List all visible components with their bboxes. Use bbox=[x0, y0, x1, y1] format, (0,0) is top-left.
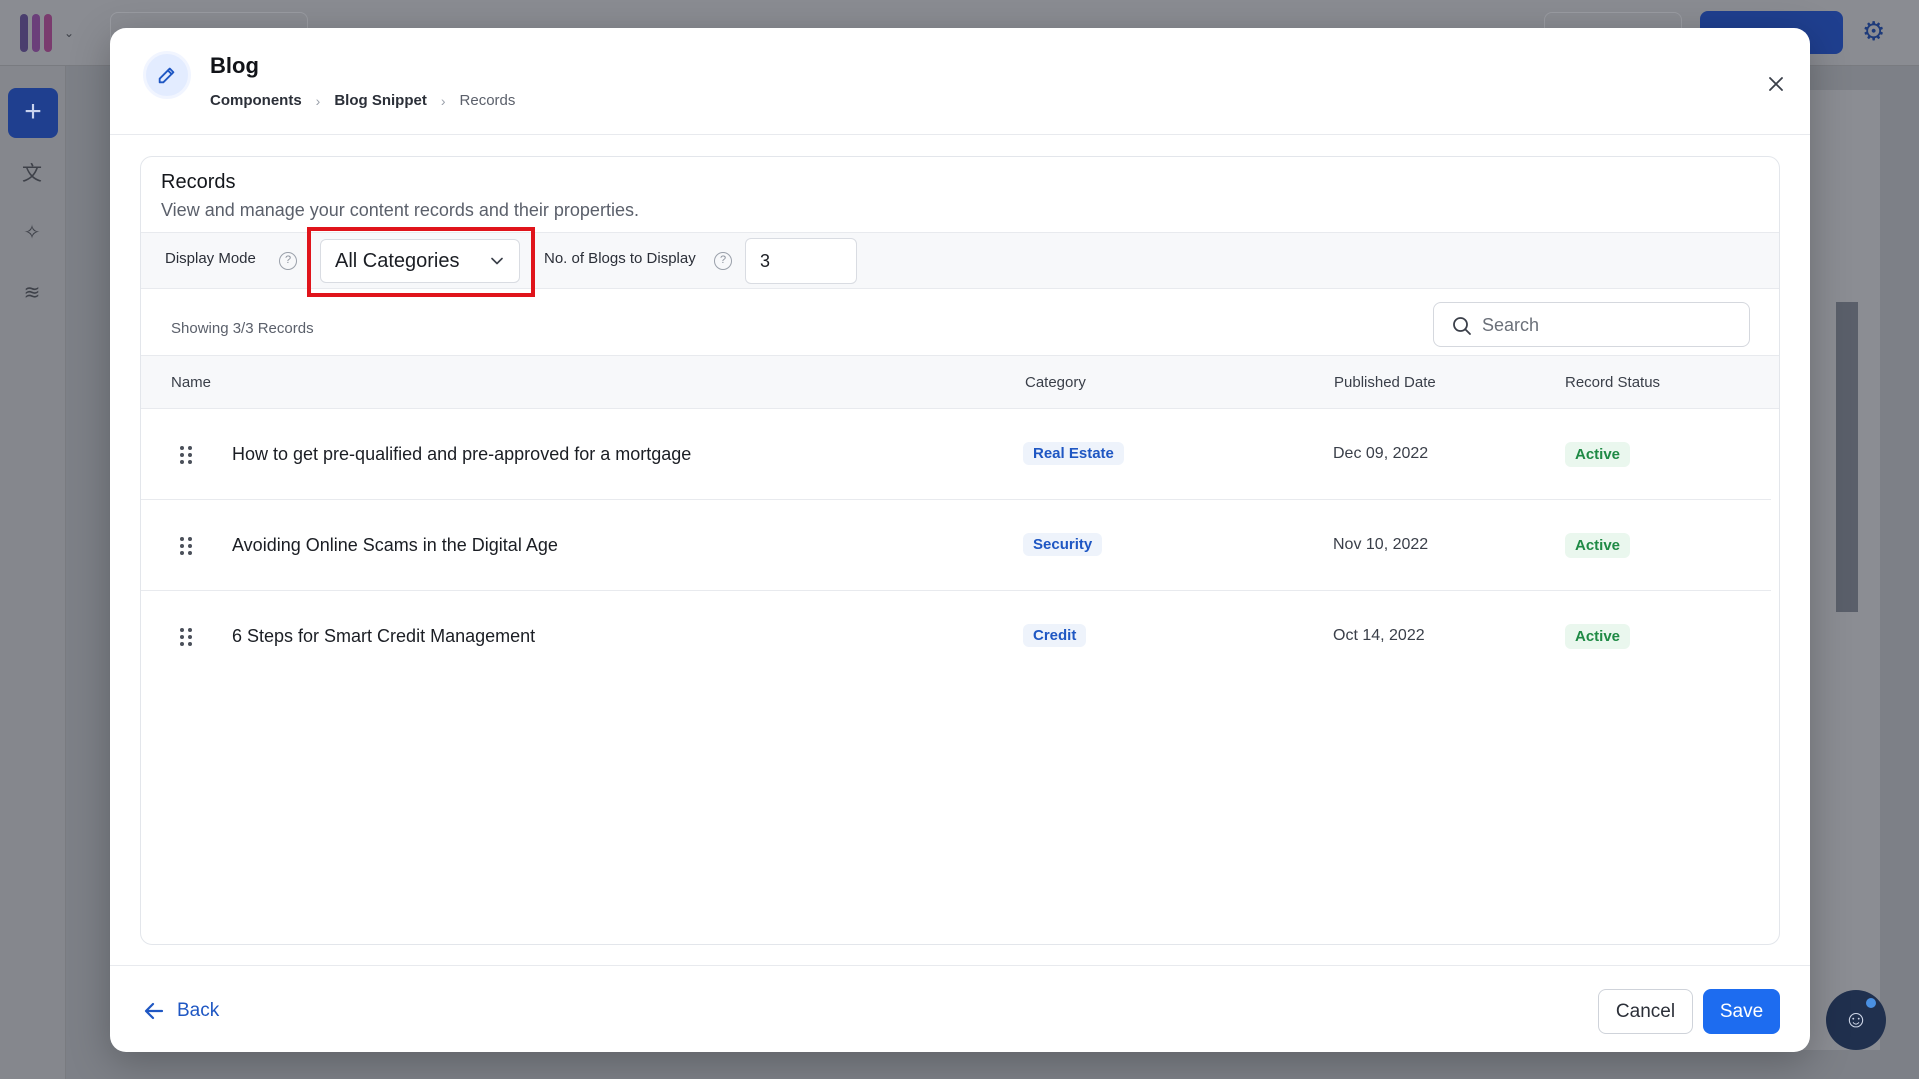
drag-handle-icon[interactable] bbox=[179, 536, 193, 556]
breadcrumb-blog-snippet[interactable]: Blog Snippet bbox=[334, 92, 427, 109]
save-button[interactable]: Save bbox=[1703, 989, 1780, 1034]
app-logo[interactable] bbox=[20, 14, 60, 54]
column-name: Name bbox=[171, 374, 212, 391]
layers-icon[interactable]: ≋ bbox=[19, 280, 45, 306]
records-subtitle: View and manage your content records and… bbox=[161, 200, 639, 220]
status-badge: Active bbox=[1565, 442, 1631, 467]
published-date: Oct 14, 2022 bbox=[1333, 627, 1425, 644]
records-title: Records bbox=[161, 171, 236, 193]
close-button[interactable] bbox=[1764, 72, 1788, 96]
display-mode-label: Display Mode bbox=[165, 250, 256, 267]
record-name[interactable]: Avoiding Online Scams in the Digital Age bbox=[232, 535, 558, 556]
back-label: Back bbox=[177, 1000, 220, 1021]
sparkle-icon[interactable]: ✧ bbox=[19, 220, 45, 246]
search-input[interactable] bbox=[1482, 313, 1732, 337]
num-blogs-input[interactable] bbox=[745, 238, 857, 284]
breadcrumb-components[interactable]: Components bbox=[210, 92, 302, 109]
column-category: Category bbox=[1025, 374, 1086, 391]
chevron-down-icon[interactable]: ⌄ bbox=[64, 26, 74, 40]
blog-modal: Blog Components › Blog Snippet › Records… bbox=[110, 28, 1810, 1052]
breadcrumb: Components › Blog Snippet › Records bbox=[210, 92, 515, 109]
status-badge: Active bbox=[1565, 533, 1631, 558]
published-date: Nov 10, 2022 bbox=[1333, 536, 1429, 553]
cancel-button[interactable]: Cancel bbox=[1598, 989, 1693, 1034]
breadcrumb-records: Records bbox=[459, 92, 516, 109]
modal-title: Blog bbox=[210, 53, 259, 78]
published-date: Dec 09, 2022 bbox=[1333, 445, 1429, 462]
background-sidebar bbox=[0, 66, 66, 1079]
chatbot-icon[interactable]: ☺ bbox=[1826, 990, 1886, 1050]
status-badge: Active bbox=[1565, 624, 1631, 649]
table-row[interactable]: Avoiding Online Scams in the Digital Age… bbox=[141, 500, 1771, 591]
record-name[interactable]: 6 Steps for Smart Credit Management bbox=[232, 626, 535, 647]
category-badge: Credit bbox=[1023, 624, 1087, 647]
modal-header: Blog Components › Blog Snippet › Records bbox=[110, 28, 1810, 135]
close-icon bbox=[1769, 77, 1783, 91]
pencil-icon bbox=[143, 51, 191, 99]
back-button[interactable]: Back bbox=[143, 1000, 219, 1022]
background-image bbox=[1836, 302, 1858, 612]
add-icon[interactable]: + bbox=[8, 88, 58, 138]
column-published-date: Published Date bbox=[1334, 374, 1436, 391]
column-record-status: Record Status bbox=[1565, 374, 1661, 391]
category-badge: Real Estate bbox=[1023, 442, 1124, 465]
records-toolbar: Display Mode ? All Categories No. of Blo… bbox=[141, 227, 1779, 297]
table-header: Name Category Published Date Record Stat… bbox=[141, 355, 1779, 409]
modal-footer: Back Cancel Save bbox=[110, 965, 1810, 1052]
chevron-right-icon: › bbox=[315, 92, 321, 109]
chevron-down-icon bbox=[491, 257, 503, 265]
num-blogs-label: No. of Blogs to Display bbox=[544, 250, 696, 267]
arrow-left-icon bbox=[144, 1002, 164, 1020]
record-name[interactable]: How to get pre-qualified and pre-approve… bbox=[232, 444, 691, 465]
showing-count: Showing 3/3 Records bbox=[171, 320, 314, 337]
drag-handle-icon[interactable] bbox=[179, 445, 193, 465]
table-row[interactable]: How to get pre-qualified and pre-approve… bbox=[141, 409, 1771, 500]
chevron-right-icon: › bbox=[440, 92, 446, 109]
display-mode-value: All Categories bbox=[335, 250, 460, 272]
search-box[interactable] bbox=[1433, 302, 1750, 347]
help-circle-icon[interactable]: ? bbox=[714, 252, 732, 270]
table-row[interactable]: 6 Steps for Smart Credit Management Cred… bbox=[141, 591, 1771, 682]
drag-handle-icon[interactable] bbox=[179, 627, 193, 647]
gear-icon[interactable]: ⚙ bbox=[1862, 18, 1885, 44]
help-circle-icon[interactable]: ? bbox=[279, 252, 297, 270]
records-card: Records View and manage your content rec… bbox=[140, 156, 1780, 945]
display-mode-select[interactable]: All Categories bbox=[320, 239, 520, 283]
translate-icon[interactable]: 文 bbox=[19, 161, 45, 187]
category-badge: Security bbox=[1023, 533, 1103, 556]
search-icon bbox=[1453, 317, 1471, 335]
